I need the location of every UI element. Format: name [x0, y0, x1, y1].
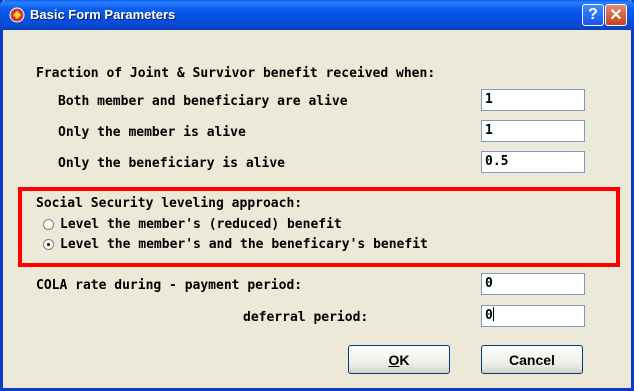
ss-option-both-label: Level the member's and the beneficary's … — [60, 237, 428, 252]
ok-label-rest: K — [399, 351, 410, 368]
cancel-button[interactable]: Cancel — [481, 345, 583, 374]
radio-reduced[interactable] — [43, 219, 54, 230]
member-alive-field[interactable]: 1 — [481, 120, 585, 142]
jas-row-label-beneficiary-alive: Only the beneficiary is alive — [58, 156, 285, 171]
cola-payment-label: COLA rate during - payment period: — [36, 278, 303, 293]
cola-deferral-label: deferral period: — [243, 310, 369, 325]
close-button[interactable]: ✕ — [605, 4, 627, 26]
dialog-window: Basic Form Parameters ? ✕ Fraction of Jo… — [0, 0, 634, 391]
window-title: Basic Form Parameters — [30, 7, 176, 22]
radio-both[interactable] — [43, 239, 54, 250]
both-alive-field[interactable]: 1 — [481, 89, 585, 111]
cola-payment-field[interactable]: 0 — [481, 273, 585, 295]
title-bar[interactable]: Basic Form Parameters ? ✕ — [0, 0, 634, 30]
text-caret — [492, 307, 494, 321]
jas-row-label-member-alive: Only the member is alive — [58, 125, 246, 140]
jas-heading: Fraction of Joint & Survivor benefit rec… — [36, 66, 436, 81]
dialog-content: Fraction of Joint & Survivor benefit rec… — [3, 30, 631, 388]
ss-option-reduced-label: Level the member's (reduced) benefit — [60, 217, 342, 232]
ss-option-reduced[interactable]: Level the member's (reduced) benefit — [43, 217, 342, 232]
ss-heading: Social Security leveling approach: — [36, 196, 303, 211]
cola-deferral-value: 0 — [485, 308, 493, 323]
beneficiary-alive-field[interactable]: 0.5 — [481, 151, 585, 173]
ok-mnemonic: O — [388, 351, 400, 368]
ok-button[interactable]: OK — [348, 345, 450, 374]
cola-deferral-field[interactable]: 0 — [481, 305, 585, 327]
app-icon — [9, 7, 25, 23]
ss-option-both[interactable]: Level the member's and the beneficary's … — [43, 237, 428, 252]
jas-row-label-both-alive: Both member and beneficiary are alive — [58, 94, 348, 109]
help-button[interactable]: ? — [582, 4, 604, 26]
